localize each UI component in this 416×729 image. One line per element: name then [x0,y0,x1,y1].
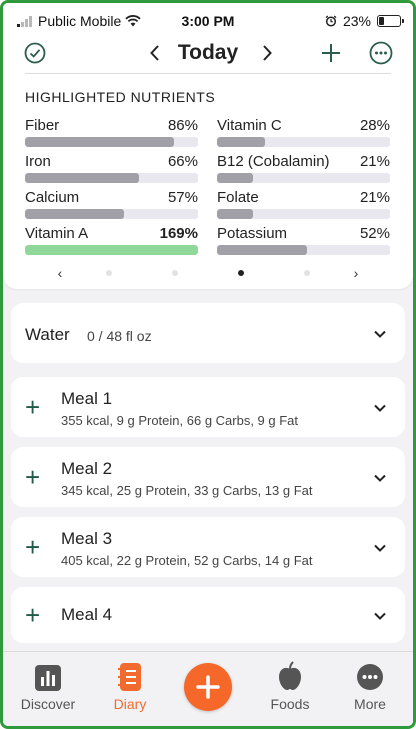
meal-summary: 355 kcal, 9 g Protein, 66 g Carbs, 9 g F… [61,413,299,428]
nutrient-bar [217,173,390,183]
add-food-icon[interactable]: + [25,534,40,560]
app-frame: HIGHLIGHTED NUTRIENTS Fiber 86% Vitamin C… [0,0,416,729]
pager-dot-active[interactable] [238,270,244,276]
nutrient-folate: Folate 21% [217,189,390,219]
nutrient-bar [217,209,390,219]
tab-label: More [354,696,386,712]
add-food-icon[interactable]: + [25,394,40,420]
bar-chart-icon [35,665,61,691]
nutrient-bar [25,137,198,147]
nutrient-bar [25,173,198,183]
nutrient-vitamin-c: Vitamin C 28% [217,117,390,147]
meal-title: Meal 2 [61,459,113,478]
notebook-icon [118,663,141,691]
pager-next-button[interactable]: › [340,265,372,281]
nutrient-calcium: Calcium 57% [25,189,198,219]
chevron-down-icon[interactable] [373,401,387,415]
add-icon[interactable] [319,41,343,65]
nutrient-percent: 57% [167,189,198,206]
nutrient-name: Calcium [25,189,80,206]
nutrient-name: Iron [25,153,51,170]
pager-dot[interactable] [106,270,112,276]
meal-title: Meal 3 [61,529,113,548]
add-food-icon[interactable]: + [25,464,40,490]
add-entry-button[interactable] [184,663,232,711]
pager-dot[interactable] [172,270,178,276]
meal-card-3[interactable]: + Meal 3 405 kcal, 22 g Protein, 52 g Ca… [11,517,405,577]
nutrient-percent: 21% [359,153,390,170]
nutrient-percent: 52% [359,225,390,242]
apple-icon [279,661,301,690]
chevron-down-icon[interactable] [373,541,387,555]
add-food-icon[interactable]: + [25,602,40,628]
more-options-icon[interactable] [369,41,393,65]
page-title: Today [177,41,239,64]
tab-label: Discover [20,696,76,712]
meal-card-2[interactable]: + Meal 2 345 kcal, 25 g Protein, 33 g Ca… [11,447,405,507]
chevron-down-icon[interactable] [373,471,387,485]
nutrient-bar-fill [25,137,174,147]
chevron-down-icon[interactable] [373,327,387,341]
nutrient-bar-fill [217,173,254,183]
meal-card-1[interactable]: + Meal 1 355 kcal, 9 g Protein, 66 g Car… [11,377,405,437]
nutrient-name: Fiber [25,117,60,134]
status-right: 23% [325,13,404,29]
water-label: Water [25,325,70,344]
nutrients-heading: HIGHLIGHTED NUTRIENTS [25,89,216,105]
meal-title: Meal 1 [61,389,113,408]
tab-label: Foods [270,696,310,712]
tab-label: Diary [113,696,147,712]
battery-percent: 23% [342,13,371,29]
nutrient-bar-fill [25,209,124,219]
nutrient-bar [25,209,198,219]
pager-dot[interactable] [304,270,310,276]
pager-prev-button[interactable]: ‹ [44,265,76,281]
nutrient-bar-fill [25,173,140,183]
next-day-button[interactable] [255,41,279,65]
nutrients-pager: ‹ › [3,265,413,281]
nutrient-percent: 28% [359,117,390,134]
nutrient-potassium: Potassium 52% [217,225,390,255]
meal-summary: 345 kcal, 25 g Protein, 33 g Carbs, 13 g… [61,483,313,498]
nutrient-bar-fill [217,137,266,147]
nutrient-bar [25,245,198,255]
date-header: Today [3,37,413,73]
meal-title: Meal 4 [61,605,113,624]
meal-card-4[interactable]: + Meal 4 [11,587,405,643]
alarm-icon [325,15,337,27]
nutrient-name: Vitamin A [25,225,89,242]
nutrient-percent: 21% [359,189,390,206]
header-divider [25,73,391,74]
nutrient-percent: 169% [159,225,198,242]
nutrient-vitamin-a: Vitamin A 169% [25,225,198,255]
nutrient-bar-fill [217,245,307,255]
battery-icon [377,15,404,27]
nutrient-bar-fill [25,245,198,255]
nutrient-bar-fill [217,209,254,219]
nutrient-percent: 66% [167,153,198,170]
nutrient-bar [217,137,390,147]
nutrient-name: B12 (Cobalamin) [217,153,330,170]
nutrient-bar [217,245,390,255]
meal-summary: 405 kcal, 22 g Protein, 52 g Carbs, 14 g… [61,553,313,568]
nutrient-percent: 86% [167,117,198,134]
more-dots-icon [357,664,383,690]
nutrient-name: Folate [217,189,259,206]
nutrient-name: Vitamin C [217,117,282,134]
nutrient-b12: B12 (Cobalamin) 21% [217,153,390,183]
chevron-down-icon[interactable] [373,609,387,623]
nutrient-iron: Iron 66% [25,153,198,183]
plus-icon [196,675,220,699]
nutrient-name: Potassium [217,225,288,242]
status-bar: Public Mobile 3:00 PM 23% [3,3,413,37]
nutrients-card: HIGHLIGHTED NUTRIENTS Fiber 86% Vitamin C… [3,37,413,289]
nutrient-fiber: Fiber 86% [25,117,198,147]
water-card[interactable]: Water 0 / 48 fl oz [11,303,405,363]
water-amount: 0 / 48 fl oz [87,328,152,344]
